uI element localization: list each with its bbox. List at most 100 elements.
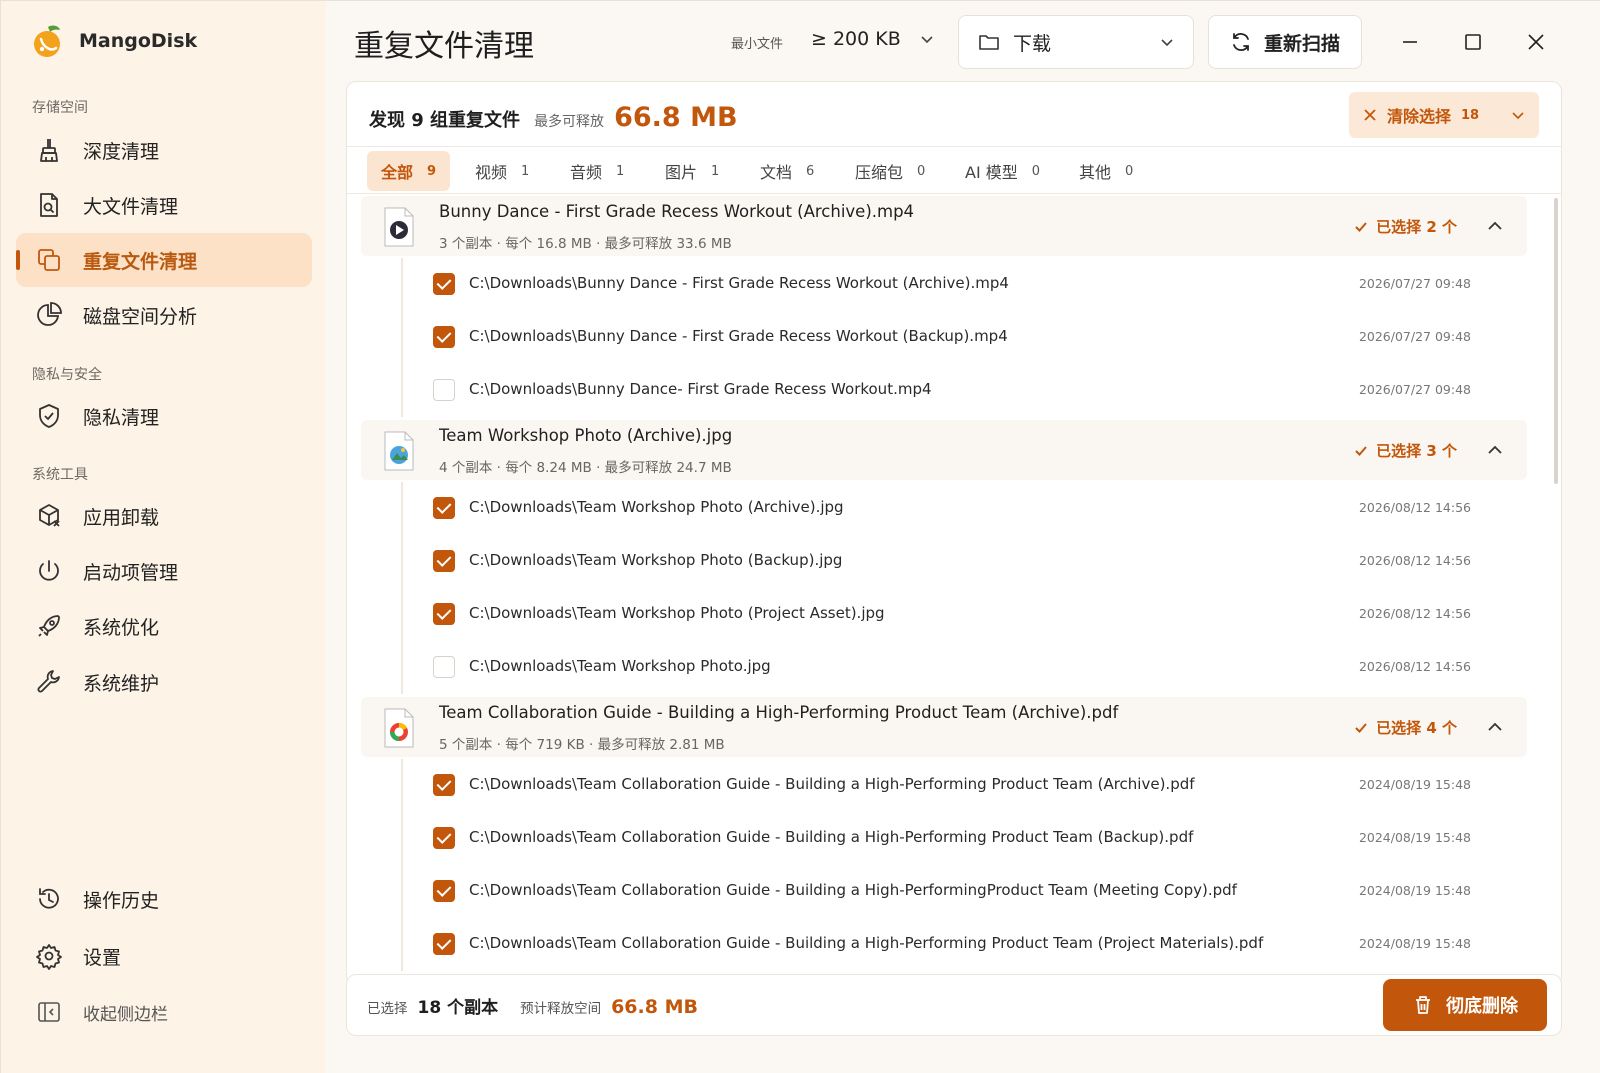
estimate-value: 66.8 MB [611, 996, 698, 1018]
tab-label: 文档 [760, 163, 793, 182]
file-checkbox[interactable] [433, 379, 455, 401]
sidebar: MangoDisk 存储空间 深度清理 大文件清理 重复文件清理 磁盘空间分析 … [1, 1, 326, 1073]
file-path: C:\Downloads\Team Collaboration Guide - … [469, 934, 1264, 952]
rescan-button[interactable]: 重新扫描 [1208, 15, 1362, 69]
sidebar-item-duplicate-files[interactable]: 重复文件清理 [16, 233, 312, 287]
chevron-up-icon[interactable] [1485, 440, 1505, 460]
tab-label: 视频 [475, 163, 508, 182]
tab-count: 6 [806, 163, 815, 179]
selection-summary: 已选择 18 个副本 预计释放空间 66.8 MB [367, 993, 698, 1018]
tab-label: 图片 [665, 163, 698, 182]
file-checkbox[interactable] [433, 827, 455, 849]
chevron-up-icon[interactable] [1485, 216, 1505, 236]
file-path: C:\Downloads\Team Workshop Photo (Backup… [469, 551, 843, 569]
close-button[interactable] [1521, 27, 1551, 57]
maximize-button[interactable] [1458, 27, 1488, 57]
file-date: 2026/07/27 09:48 [1358, 276, 1471, 291]
group-meta: 4 个副本 · 每个 8.24 MB · 最多可释放 24.7 MB [439, 460, 732, 476]
sidebar-item-settings[interactable]: 设置 [16, 929, 312, 983]
sidebar-item-large-files[interactable]: 大文件清理 [16, 178, 312, 232]
minimize-icon [1403, 41, 1417, 43]
section-label-storage: 存储空间 [32, 100, 88, 116]
sidebar-item-disk-analysis[interactable]: 磁盘空间分析 [16, 288, 312, 342]
file-checkbox[interactable] [433, 933, 455, 955]
chevron-up-icon[interactable] [1485, 717, 1505, 737]
tab-count: 9 [427, 163, 437, 179]
min-file-value: ≥ 200 KB [811, 28, 901, 50]
collapse-sidebar-button[interactable]: 收起侧边栏 [16, 985, 312, 1039]
file-row: C:\Downloads\Team Workshop Photo (Projec… [401, 588, 1529, 641]
file-row: C:\Downloads\Team Collaboration Guide - … [401, 865, 1529, 918]
tab-count: 0 [1031, 163, 1041, 179]
file-row: C:\Downloads\Team Workshop Photo.jpg 2026… [401, 641, 1529, 694]
file-path: C:\Downloads\Team Collaboration Guide - … [469, 828, 1194, 846]
file-date: 2026/07/27 09:48 [1358, 329, 1471, 344]
tab-ai-models[interactable]: AI 模型 0 [951, 151, 1054, 191]
clear-selection-button[interactable]: 清除选择 18 [1349, 92, 1539, 138]
file-row: C:\Downloads\Team Collaboration Guide - … [401, 918, 1529, 971]
file-checkbox[interactable] [433, 656, 455, 678]
group-selected-count: 已选择 2 个 [1354, 216, 1457, 237]
tab-images[interactable]: 图片 1 [651, 151, 733, 191]
file-checkbox[interactable] [433, 273, 455, 295]
file-checkbox[interactable] [433, 497, 455, 519]
rocket-icon [38, 615, 60, 637]
tab-audio[interactable]: 音频 1 [556, 151, 638, 191]
refresh-icon [1233, 33, 1249, 51]
app-name: MangoDisk [79, 30, 198, 52]
chevron-down-icon [921, 36, 933, 44]
file-checkbox[interactable] [433, 550, 455, 572]
file-date: 2026/08/12 14:56 [1358, 500, 1471, 515]
permanent-delete-button[interactable]: 彻底删除 [1383, 979, 1547, 1031]
duplicate-group-header[interactable]: Team Workshop Photo (Archive).jpg 4 个副本 … [361, 420, 1527, 480]
check-icon [1355, 722, 1367, 733]
file-row: C:\Downloads\Bunny Dance - First Grade R… [401, 311, 1529, 364]
file-checkbox[interactable] [433, 603, 455, 625]
tab-video[interactable]: 视频 1 [461, 151, 543, 191]
file-path: C:\Downloads\Team Workshop Photo (Archiv… [469, 498, 844, 516]
sidebar-item-privacy-clean[interactable]: 隐私清理 [16, 389, 312, 443]
file-date: 2026/07/27 09:48 [1358, 382, 1471, 397]
tab-other[interactable]: 其他 0 [1065, 151, 1147, 191]
tab-documents[interactable]: 文档 6 [746, 151, 828, 191]
history-icon [39, 888, 59, 909]
sidebar-item-startup[interactable]: 启动项管理 [16, 544, 312, 598]
duplicate-group-header[interactable]: Bunny Dance - First Grade Recess Workout… [361, 196, 1527, 256]
file-checkbox[interactable] [433, 880, 455, 902]
collapse-sidebar-label: 收起侧边栏 [83, 1004, 168, 1025]
tab-all[interactable]: 全部 9 [367, 151, 451, 191]
minimize-button[interactable] [1395, 27, 1425, 57]
sidebar-item-app-uninstall[interactable]: 应用卸载 [16, 489, 312, 543]
folder-select[interactable]: 下载 [958, 15, 1194, 69]
list-scrollbar[interactable] [1554, 198, 1558, 484]
min-file-select[interactable]: ≥ 200 KB [811, 28, 935, 50]
file-date: 2026/08/12 14:56 [1358, 553, 1471, 568]
file-date: 2024/08/19 15:48 [1358, 777, 1471, 792]
sidebar-item-system-maintenance[interactable]: 系统维护 [16, 655, 312, 709]
trash-icon [1416, 996, 1430, 1014]
file-path: C:\Downloads\Team Collaboration Guide - … [469, 775, 1195, 793]
uninstall-box-icon [39, 504, 60, 527]
file-row: C:\Downloads\Bunny Dance - First Grade R… [401, 258, 1529, 311]
file-checkbox[interactable] [433, 774, 455, 796]
sidebar-item-label: 应用卸载 [83, 506, 160, 529]
pie-chart-icon [37, 302, 62, 326]
group-selected-count: 已选择 4 个 [1354, 717, 1457, 738]
tab-count: 1 [616, 163, 625, 179]
duplicate-group-header[interactable]: Team Collaboration Guide - Building a Hi… [361, 697, 1527, 757]
sidebar-item-label: 重复文件清理 [83, 250, 198, 273]
tab-archives[interactable]: 压缩包 0 [841, 151, 939, 191]
delete-label: 彻底删除 [1446, 996, 1518, 1017]
check-icon [1355, 445, 1367, 456]
clear-selection-label: 清除选择 [1387, 107, 1452, 126]
selected-value: 18 个副本 [417, 998, 499, 1018]
sidebar-item-history[interactable]: 操作历史 [16, 872, 312, 926]
duplicate-icon [38, 249, 60, 271]
close-icon [1364, 109, 1376, 121]
sidebar-item-deep-clean[interactable]: 深度清理 [16, 123, 312, 177]
folder-select-value: 下载 [1013, 32, 1052, 55]
file-path: C:\Downloads\Bunny Dance - First Grade R… [469, 274, 1009, 292]
chevron-down-icon[interactable] [1511, 108, 1525, 122]
file-checkbox[interactable] [433, 326, 455, 348]
sidebar-item-system-optimize[interactable]: 系统优化 [16, 599, 312, 653]
